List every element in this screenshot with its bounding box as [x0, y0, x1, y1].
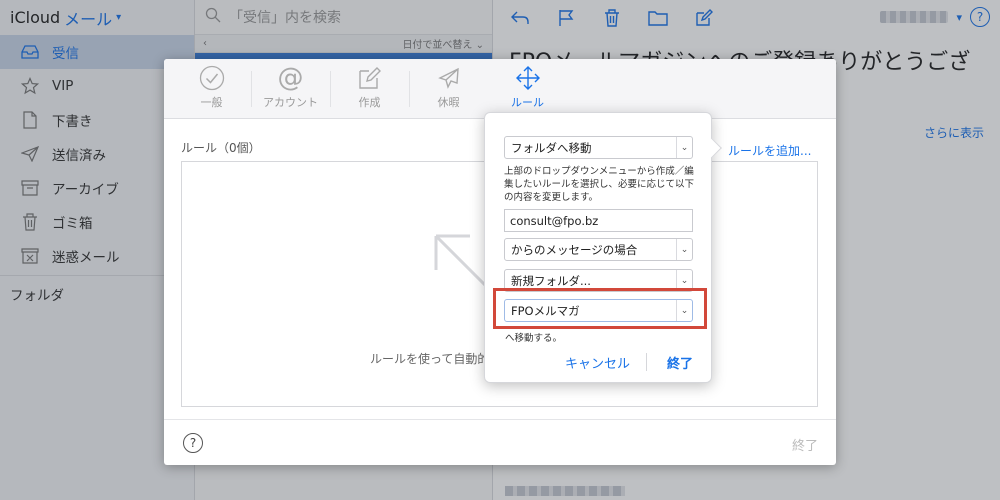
move-suffix-text: へ移動する。 — [505, 333, 563, 344]
tab-label: 休暇 — [437, 96, 460, 109]
target-folder-select-value: FPOメルマガ — [511, 303, 580, 318]
condition-select-value: からのメッセージの場合 — [511, 242, 638, 257]
tab-label: 一般 — [200, 96, 223, 109]
tab-rules[interactable]: ルール — [488, 59, 567, 119]
dialog-footer: ? 終了 — [164, 419, 836, 465]
new-folder-select[interactable]: 新規フォルダ... ⌄ — [504, 269, 693, 292]
add-rule-link[interactable]: ルールを追加... — [728, 142, 811, 159]
sender-email-field[interactable]: consult@fpo.bz — [504, 209, 693, 232]
tab-label: 作成 — [358, 96, 381, 109]
done-button[interactable]: 終了 — [667, 353, 693, 372]
action-select-value: フォルダへ移動 — [511, 140, 592, 155]
new-folder-select-value: 新規フォルダ... — [511, 273, 591, 288]
tab-accounts[interactable]: @ アカウント — [251, 59, 330, 119]
rules-arrows-icon — [515, 64, 541, 92]
chevron-down-icon: ⌄ — [676, 270, 692, 291]
airplane-icon — [436, 64, 462, 92]
condition-select[interactable]: からのメッセージの場合 ⌄ — [504, 238, 693, 261]
chevron-down-icon: ⌄ — [676, 300, 692, 321]
rules-heading: ルール（0個） — [181, 141, 261, 155]
target-folder-select[interactable]: FPOメルマガ ⌄ — [504, 299, 693, 322]
rule-description: 上部のドロップダウンメニューから作成／編集したいルールを選択し、必要に応じて以下… — [504, 166, 695, 203]
action-select[interactable]: フォルダへ移動 ⌄ — [504, 136, 693, 159]
compose-icon — [358, 64, 382, 92]
help-icon[interactable]: ? — [183, 433, 203, 453]
dialog-done-button[interactable]: 終了 — [792, 435, 818, 454]
tab-label: アカウント — [263, 96, 318, 109]
tab-vacation[interactable]: 休暇 — [409, 59, 488, 119]
preferences-tabs: 一般 @ アカウント 作成 休暇 ルール — [164, 59, 836, 119]
at-sign-icon: @ — [277, 63, 304, 93]
rule-editor-popover: フォルダへ移動 ⌄ 上部のドロップダウンメニューから作成／編集したいルールを選択… — [484, 112, 722, 383]
rules-empty-hint: ルールを使って自動的 — [370, 352, 490, 366]
sender-email-value: consult@fpo.bz — [510, 213, 599, 228]
chevron-down-icon: ⌄ — [676, 137, 692, 158]
button-divider — [646, 353, 647, 371]
tab-compose[interactable]: 作成 — [330, 59, 409, 119]
checkmark-circle-icon — [199, 64, 225, 92]
cancel-button[interactable]: キャンセル — [565, 353, 630, 372]
tab-label: ルール — [511, 96, 544, 109]
chevron-down-icon: ⌄ — [676, 239, 692, 260]
tab-general[interactable]: 一般 — [172, 59, 251, 119]
